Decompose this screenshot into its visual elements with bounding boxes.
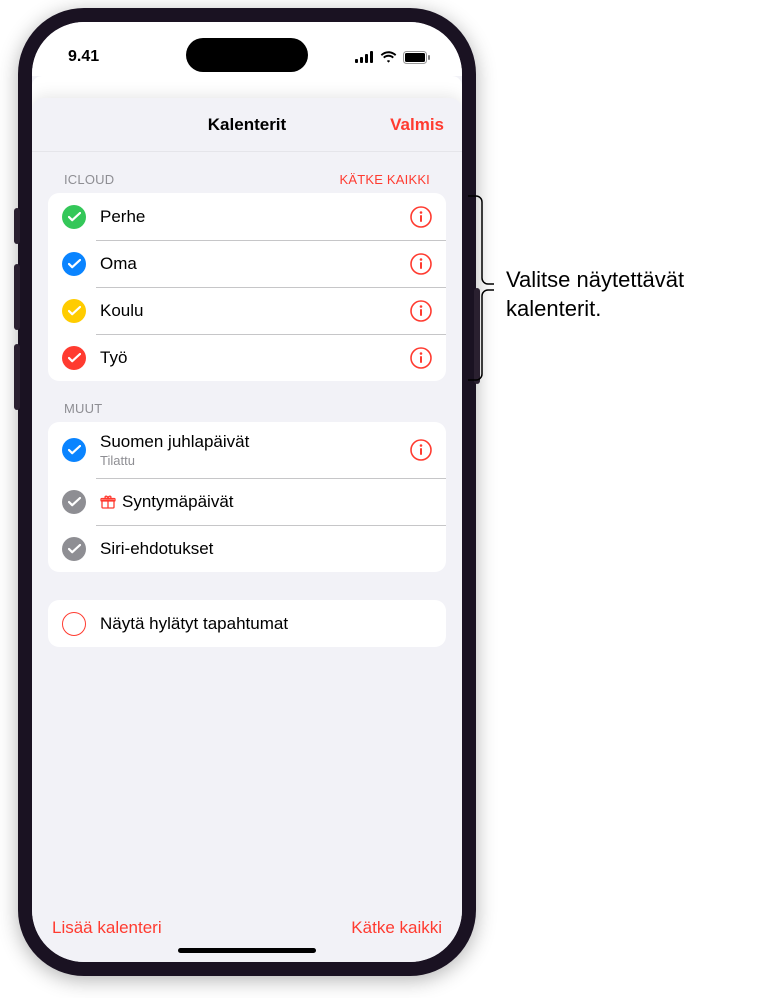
bottom-toolbar: Lisää kalenteri Kätke kaikki (32, 904, 462, 962)
checkmark-icon (62, 299, 86, 323)
checkmark-icon (62, 205, 86, 229)
calendar-label: Koulu (100, 301, 410, 321)
calendar-row-oma[interactable]: Oma (48, 240, 446, 287)
battery-icon (403, 51, 430, 64)
calendar-label: Syntymäpäivät (122, 492, 234, 512)
calendar-label: Työ (100, 348, 410, 368)
section-header-icloud: ICLOUD KÄTKE KAIKKI (48, 152, 446, 193)
dynamic-island (186, 38, 308, 72)
calendar-row-holidays[interactable]: Suomen juhlapäivät Tilattu (48, 422, 446, 478)
checkmark-icon (62, 346, 86, 370)
cellular-icon (355, 51, 374, 63)
add-calendar-button[interactable]: Lisää kalenteri (52, 918, 162, 938)
gift-icon (100, 494, 116, 510)
calendar-row-siri[interactable]: Siri-ehdotukset (48, 525, 446, 572)
calendars-sheet: Kalenterit Valmis ICLOUD KÄTKE KAIKKI Pe… (32, 98, 462, 962)
volume-up-button (14, 264, 20, 330)
callout-bracket-icon (466, 194, 496, 382)
section-title: MUUT (64, 401, 102, 416)
status-time: 9.41 (68, 48, 99, 66)
other-calendar-list: Suomen juhlapäivät Tilattu (48, 422, 446, 572)
calendar-label: Suomen juhlapäivät (100, 432, 410, 452)
calendar-row-birthdays[interactable]: Syntymäpäivät (48, 478, 446, 525)
iphone-frame: 9.41 Kalenterit Valmis ICLOUD KÄTKE KAIK… (18, 8, 476, 976)
screen: 9.41 Kalenterit Valmis ICLOUD KÄTKE KAIK… (32, 22, 462, 962)
section-title: ICLOUD (64, 172, 114, 187)
icloud-calendar-list: Perhe Oma (48, 193, 446, 381)
done-button[interactable]: Valmis (390, 115, 444, 135)
checkmark-icon (62, 252, 86, 276)
calendar-label: Siri-ehdotukset (100, 539, 432, 559)
checkmark-icon (62, 537, 86, 561)
sheet-content: ICLOUD KÄTKE KAIKKI Perhe (32, 152, 462, 904)
home-indicator (178, 948, 316, 953)
volume-down-button (14, 344, 20, 410)
hide-all-icloud-button[interactable]: KÄTKE KAIKKI (339, 172, 430, 187)
info-icon[interactable] (410, 206, 432, 228)
info-icon[interactable] (410, 253, 432, 275)
unchecked-icon (62, 612, 86, 636)
calendar-label: Perhe (100, 207, 410, 227)
section-header-other: MUUT (48, 381, 446, 422)
checkmark-icon (62, 438, 86, 462)
calendar-row-koulu[interactable]: Koulu (48, 287, 446, 334)
declined-group: Näytä hylätyt tapahtumat (48, 600, 446, 647)
callout-text: Valitse näytettävät kalenterit. (506, 266, 684, 323)
show-declined-row[interactable]: Näytä hylätyt tapahtumat (48, 600, 446, 647)
calendar-row-tyo[interactable]: Työ (48, 334, 446, 381)
info-icon[interactable] (410, 300, 432, 322)
sheet-header: Kalenterit Valmis (32, 98, 462, 152)
calendar-label: Oma (100, 254, 410, 274)
mute-switch (14, 208, 20, 244)
info-icon[interactable] (410, 347, 432, 369)
calendar-row-perhe[interactable]: Perhe (48, 193, 446, 240)
callout-line1: Valitse näytettävät (506, 267, 684, 292)
wifi-icon (380, 51, 397, 63)
checkmark-icon (62, 490, 86, 514)
hide-all-button[interactable]: Kätke kaikki (351, 918, 442, 938)
info-icon[interactable] (410, 439, 432, 461)
callout-line2: kalenterit. (506, 296, 601, 321)
calendar-sublabel: Tilattu (100, 453, 410, 468)
row-label: Näytä hylätyt tapahtumat (100, 614, 432, 634)
sheet-title: Kalenterit (208, 115, 286, 135)
